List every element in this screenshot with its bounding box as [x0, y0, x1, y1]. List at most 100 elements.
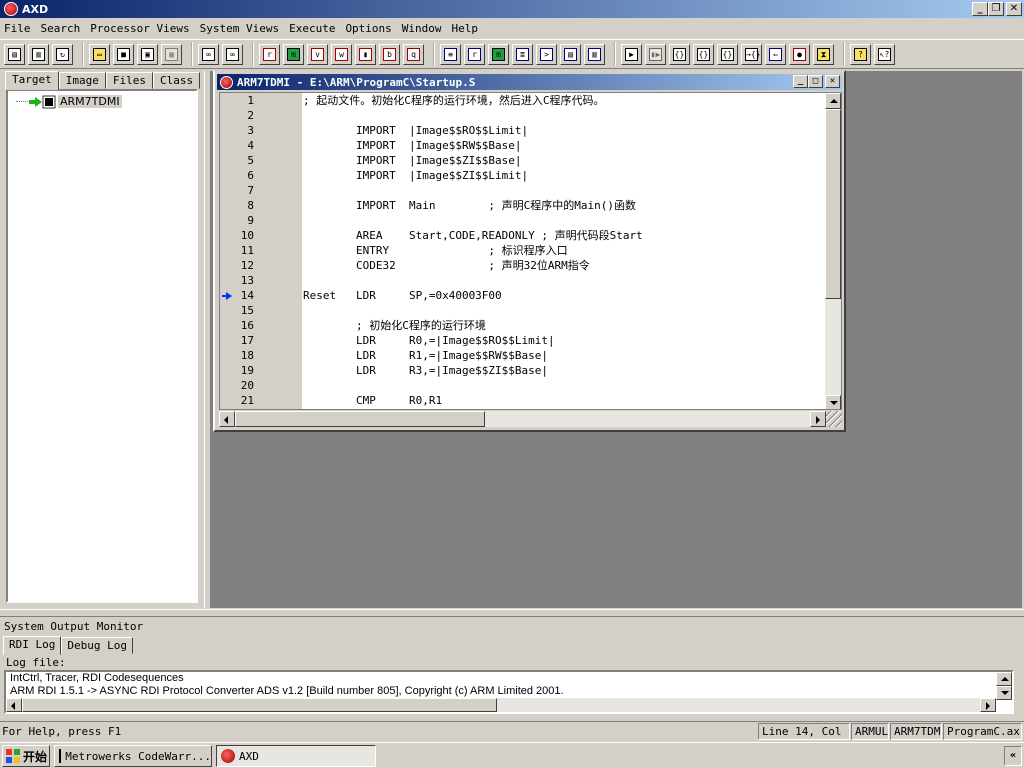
- child-close-button[interactable]: ✕: [825, 75, 840, 88]
- stack-button[interactable]: ▮: [355, 43, 376, 65]
- code-line[interactable]: 3 IMPORT |Image$$RO$$Limit|: [220, 123, 825, 138]
- log-horizontal-scrollbar[interactable]: [6, 698, 996, 712]
- code-line[interactable]: 14 Reset LDR SP,=0x40003F00: [220, 288, 825, 303]
- code-line[interactable]: 19 LDR R3,=|Image$$ZI$$Base|: [220, 363, 825, 378]
- load-image-button[interactable]: ▤: [4, 43, 25, 65]
- step-in-button[interactable]: {}: [669, 43, 690, 65]
- watch-button[interactable]: w: [331, 43, 352, 65]
- code-line[interactable]: 10 AREA Start,CODE,READONLY ; 声明代码段Start: [220, 228, 825, 243]
- code-line[interactable]: 6 IMPORT |Image$$ZI$$Limit|: [220, 168, 825, 183]
- watchpoint-button[interactable]: ⧗: [813, 43, 834, 65]
- disassembly-button[interactable]: q: [403, 43, 424, 65]
- memory-button[interactable]: m: [283, 43, 304, 65]
- menu-processor-views[interactable]: Processor Views: [85, 22, 194, 35]
- code-line[interactable]: 17 LDR R0,=|Image$$RO$$Limit|: [220, 333, 825, 348]
- code-line[interactable]: 15: [220, 303, 825, 318]
- child-minimize-button[interactable]: _: [793, 75, 808, 88]
- context-help-button[interactable]: ↖?: [874, 43, 895, 65]
- code-line[interactable]: 9: [220, 213, 825, 228]
- step-button[interactable]: {}: [693, 43, 714, 65]
- menu-options[interactable]: Options: [340, 22, 396, 35]
- title-bar[interactable]: AXD _ ❐ ✕: [0, 0, 1024, 18]
- sys-command-button[interactable]: >: [536, 43, 557, 65]
- menu-file[interactable]: File: [0, 22, 36, 35]
- taskbar-item-axd[interactable]: AXD: [216, 745, 376, 767]
- start-button[interactable]: 开始: [2, 745, 50, 767]
- menu-search[interactable]: Search: [36, 22, 86, 35]
- code-line[interactable]: 8 IMPORT Main ; 声明C程序中的Main()函数: [220, 198, 825, 213]
- menu-help[interactable]: Help: [447, 22, 484, 35]
- sys-r-button[interactable]: r: [464, 43, 485, 65]
- source-horizontal-scrollbar[interactable]: [219, 411, 826, 427]
- horizontal-scroll-thumb[interactable]: [235, 411, 485, 427]
- log-horizontal-thumb[interactable]: [22, 698, 497, 712]
- step-out-button[interactable]: {}: [717, 43, 738, 65]
- copy-button[interactable]: ▣: [137, 43, 158, 65]
- tab-debug-log[interactable]: Debug Log: [61, 637, 133, 654]
- save-button[interactable]: ■: [113, 43, 134, 65]
- menu-execute[interactable]: Execute: [284, 22, 340, 35]
- stop-button[interactable]: ▮▶: [645, 43, 666, 65]
- log-scroll-down-button[interactable]: [996, 686, 1012, 700]
- resize-grip[interactable]: [826, 411, 842, 427]
- log-output[interactable]: IntCtrl, Tracer, RDI Codesequences ARM R…: [4, 670, 1014, 714]
- reset-target-button[interactable]: ↻: [52, 43, 73, 65]
- tree-item-arm7tdmi[interactable]: ARM7TDMI: [16, 95, 122, 108]
- tab-files[interactable]: Files: [105, 72, 153, 89]
- scroll-right-button[interactable]: [810, 411, 826, 427]
- show-execution-button[interactable]: ⇐: [765, 43, 786, 65]
- code-line[interactable]: 2: [220, 108, 825, 123]
- toggle-breakpoint-button[interactable]: ●: [789, 43, 810, 65]
- tab-target[interactable]: Target: [5, 71, 59, 90]
- code-line[interactable]: 7: [220, 183, 825, 198]
- run-to-cursor-button[interactable]: →{}: [741, 43, 762, 65]
- log-vertical-scrollbar[interactable]: [996, 672, 1012, 700]
- tab-image[interactable]: Image: [58, 72, 106, 89]
- help-button[interactable]: ?: [850, 43, 871, 65]
- target-tree[interactable]: ARM7TDMI: [6, 89, 198, 603]
- sys-trace-button[interactable]: ▥: [584, 43, 605, 65]
- code-line[interactable]: 13: [220, 273, 825, 288]
- find-button[interactable]: ∞: [198, 43, 219, 65]
- scroll-up-button[interactable]: [825, 93, 841, 109]
- menu-window[interactable]: Window: [397, 22, 447, 35]
- log-scroll-right-button[interactable]: [980, 698, 996, 712]
- reload-image-button[interactable]: ▥: [28, 43, 49, 65]
- paste-button[interactable]: ▦: [161, 43, 182, 65]
- tab-class[interactable]: Class: [153, 72, 201, 89]
- code-line[interactable]: 20: [220, 378, 825, 393]
- source-window-icon[interactable]: [220, 75, 233, 89]
- sys-memory-button[interactable]: m: [488, 43, 509, 65]
- find-next-button[interactable]: ∞: [222, 43, 243, 65]
- go-button[interactable]: ▶: [621, 43, 642, 65]
- log-scroll-up-button[interactable]: [996, 672, 1012, 686]
- code-line[interactable]: 4 IMPORT |Image$$RW$$Base|: [220, 138, 825, 153]
- code-line[interactable]: 1 ; 起动文件。初始化C程序的运行环境，然后进入C程序代码。: [220, 93, 825, 108]
- code-line[interactable]: 16 ; 初始化C程序的运行环境: [220, 318, 825, 333]
- variables-button[interactable]: v: [307, 43, 328, 65]
- scroll-down-button[interactable]: [825, 395, 841, 409]
- sys-console-button[interactable]: ≣: [512, 43, 533, 65]
- source-vertical-scrollbar[interactable]: [825, 93, 841, 409]
- taskbar-item-codewarrior[interactable]: Metrowerks CodeWarr...: [54, 745, 212, 767]
- child-maximize-button[interactable]: □: [808, 75, 823, 88]
- open-file-button[interactable]: ▭: [89, 43, 110, 65]
- tab-rdi-log[interactable]: RDI Log: [3, 636, 62, 655]
- tray-expand-button[interactable]: «: [1004, 746, 1022, 766]
- sys-output-button[interactable]: ▤: [560, 43, 581, 65]
- axd-app-icon[interactable]: [4, 2, 18, 16]
- vertical-splitter[interactable]: [204, 71, 211, 608]
- source-window-title-bar[interactable]: ARM7TDMI - E:\ARM\ProgramC\Startup.S _ □…: [217, 74, 842, 90]
- registers-button[interactable]: r: [259, 43, 280, 65]
- code-line[interactable]: 5 IMPORT |Image$$ZI$$Base|: [220, 153, 825, 168]
- code-line[interactable]: 12 CODE32 ; 声明32位ARM指令: [220, 258, 825, 273]
- code-line[interactable]: 21 CMP R0,R1: [220, 393, 825, 408]
- scroll-left-button[interactable]: [219, 411, 235, 427]
- log-scroll-left-button[interactable]: [6, 698, 22, 712]
- breakpoints-button[interactable]: b: [379, 43, 400, 65]
- menu-system-views[interactable]: System Views: [195, 22, 284, 35]
- close-button[interactable]: ✕: [1006, 2, 1022, 16]
- vertical-scroll-thumb[interactable]: [825, 109, 841, 299]
- source-code-view[interactable]: 1; 起动文件。初始化C程序的运行环境，然后进入C程序代码。 2 3 IMPORT …: [219, 92, 842, 410]
- horizontal-splitter[interactable]: [0, 609, 1024, 617]
